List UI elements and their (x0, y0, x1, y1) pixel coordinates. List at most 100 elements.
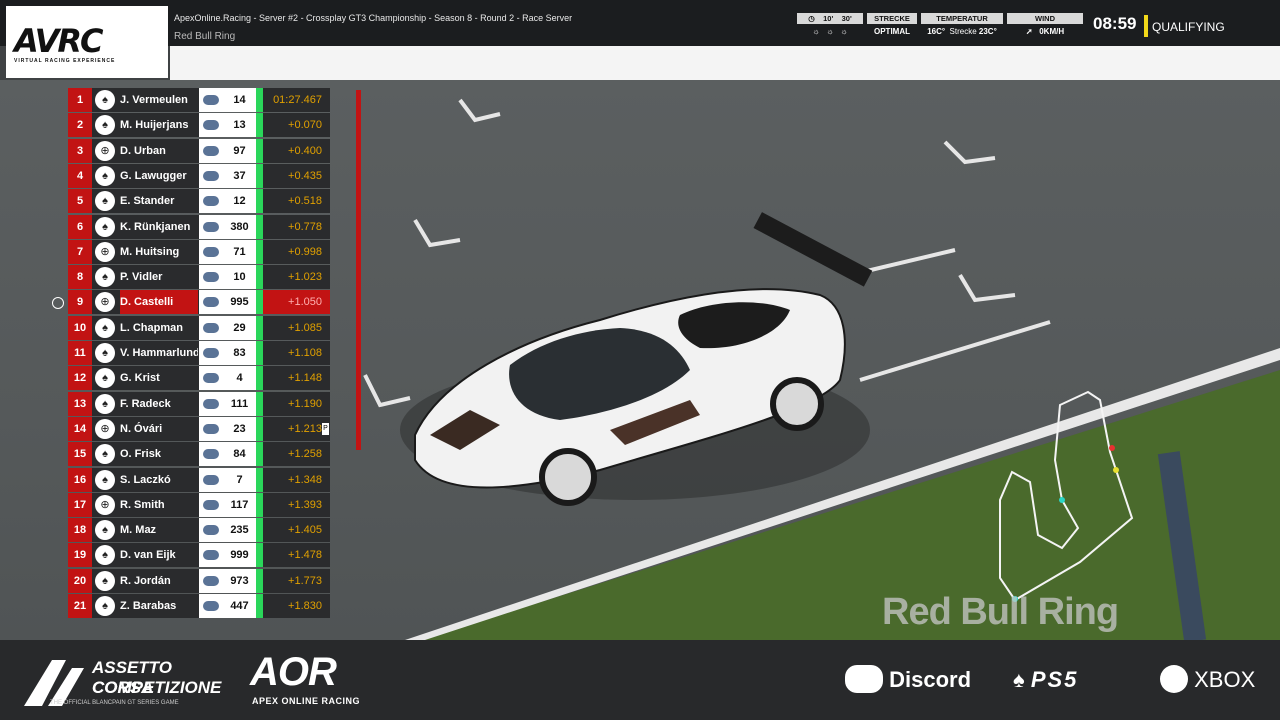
driver-name: P. Vidler (120, 271, 163, 283)
car-number: 12 (223, 189, 256, 213)
pit-indicator: P (322, 423, 329, 435)
car-number: 999 (223, 543, 256, 567)
playstation-icon: ♠ (95, 217, 115, 237)
leaderboard-row: 4 ♠ G. Lawugger 37 +0.435 (68, 164, 330, 188)
league-logo-mark: AVRC (14, 22, 103, 60)
position: 6 (68, 215, 92, 239)
status-strip (256, 164, 263, 188)
position: 12 (68, 366, 92, 390)
status-strip (256, 417, 263, 441)
car-brand-icon (199, 569, 223, 593)
leaderboard-row: 21 ♠ Z. Barabas 447 +1.830 (68, 594, 330, 618)
car-number: 23 (223, 417, 256, 441)
driver-name: K. Rünkjanen (120, 221, 191, 233)
position: 2 (68, 113, 92, 137)
leaderboard-row: 1 ♠ J. Vermeulen 14 01:27.467 (68, 88, 330, 112)
gap-time: +0.778 (288, 221, 322, 233)
leaderboard: 1 ♠ J. Vermeulen 14 01:27.467 2 ♠ M. Huijerjans… (68, 88, 330, 630)
temperature-label: TEMPERATUR (921, 13, 1003, 24)
car-number: 83 (223, 341, 256, 365)
minimap-car-marker (1059, 497, 1065, 503)
car-number: 97 (223, 139, 256, 163)
gap-time: +1.348 (288, 474, 322, 486)
status-strip (256, 594, 263, 618)
position: 10 (68, 316, 92, 340)
playstation-icon: ♠ (95, 343, 115, 363)
track-condition-value: OPTIMAL (874, 27, 910, 36)
leaderboard-row: 16 ♠ S. Laczkó 7 +1.348 (68, 468, 330, 492)
driver-name: D. Urban (120, 145, 166, 157)
gap-time: +0.435 (288, 170, 322, 182)
leaderboard-row: 12 ♠ G. Krist 4 +1.148 (68, 366, 330, 390)
playstation-icon: ♠ (95, 545, 115, 565)
car-number: 14 (223, 88, 256, 112)
car-brand-icon (199, 417, 223, 441)
playstation-icon: ♠ (95, 191, 115, 211)
gap-time: +1.773 (288, 575, 322, 587)
focus-cursor-icon (52, 297, 64, 309)
status-strip (256, 265, 263, 289)
driver-name: M. Huijerjans (120, 119, 189, 131)
gap-time: +1.190 (288, 398, 322, 410)
status-strip (256, 316, 263, 340)
weather-time-header: ◷ 10' 30' (797, 13, 863, 24)
position: 21 (68, 594, 92, 618)
car-number: 71 (223, 240, 256, 264)
globe-icon: ⊕ (95, 419, 115, 439)
aor-subtitle: APEX ONLINE RACING (252, 696, 361, 706)
position: 19 (68, 543, 92, 567)
playstation-badge: ♠ PS5 (1013, 667, 1078, 693)
status-strip (256, 543, 263, 567)
status-strip (256, 88, 263, 112)
position: 17 (68, 493, 92, 517)
gap-time: +1.108 (288, 347, 322, 359)
status-strip (256, 366, 263, 390)
status-strip (256, 468, 263, 492)
driver-name: G. Lawugger (120, 170, 187, 182)
forecast-10: 10' (823, 14, 834, 23)
car-brand-icon (199, 88, 223, 112)
acc-logo: ASSETTO CORSA COMPETIZIONE THE OFFICIAL … (22, 654, 222, 710)
car-brand-icon (199, 493, 223, 517)
car-brand-icon (199, 113, 223, 137)
leaderboard-row: 2 ♠ M. Huijerjans 13 +0.070 (68, 113, 330, 137)
gap-time: +1.393 (288, 499, 322, 511)
sun-cloud-icon: ☼ (840, 27, 848, 36)
aor-logo: AOR APEX ONLINE RACING (250, 650, 400, 706)
weather-icons: ☼ ☼ ☼ (797, 24, 863, 39)
track-condition: STRECKE OPTIMAL (867, 13, 917, 41)
driver-name: Z. Barabas (120, 600, 177, 612)
server-track: Red Bull Ring (174, 31, 236, 42)
acc-subtitle: THE OFFICIAL BLANCPAIN GT SERIES GAME (50, 700, 179, 706)
position: 5 (68, 189, 92, 213)
driver-name: D. van Eijk (120, 549, 176, 561)
leaderboard-row: 11 ♠ V. Hammarlund 83 +1.108 (68, 341, 330, 365)
position: 16 (68, 468, 92, 492)
status-strip (256, 139, 263, 163)
acc-title-2: COMPETIZIONE (92, 678, 222, 697)
playstation-icon: ♠ (95, 470, 115, 490)
gap-time: +1.213 (288, 423, 322, 435)
position: 20 (68, 569, 92, 593)
playstation-icon: ♠ (95, 90, 115, 110)
gap-time: +0.070 (288, 119, 322, 131)
status-strip (256, 215, 263, 239)
gap-time: +1.258 (288, 448, 322, 460)
playstation-icon: ♠ (95, 596, 115, 616)
status-strip (256, 341, 263, 365)
leaderboard-row: 5 ♠ E. Stander 12 +0.518 (68, 189, 330, 213)
car-brand-icon (199, 139, 223, 163)
position: 7 (68, 240, 92, 264)
position: 9 (68, 290, 92, 314)
temperature-values: 16C° Strecke 23C° (921, 24, 1003, 39)
league-logo-tagline: VIRTUAL RACING EXPERIENCE (14, 58, 116, 64)
driver-name: M. Huitsing (120, 246, 180, 258)
leaderboard-row: 13 ♠ F. Radeck 111 +1.190 (68, 392, 330, 416)
gap-time: +1.148 (288, 372, 322, 384)
xbox-label: XBOX (1194, 667, 1256, 692)
playstation-icon: ♠ (95, 368, 115, 388)
position: 18 (68, 518, 92, 542)
position: 14 (68, 417, 92, 441)
driver-name: D. Castelli (120, 290, 198, 314)
leaderboard-row: 7 ⊕ M. Huitsing 71 +0.998 (68, 240, 330, 264)
